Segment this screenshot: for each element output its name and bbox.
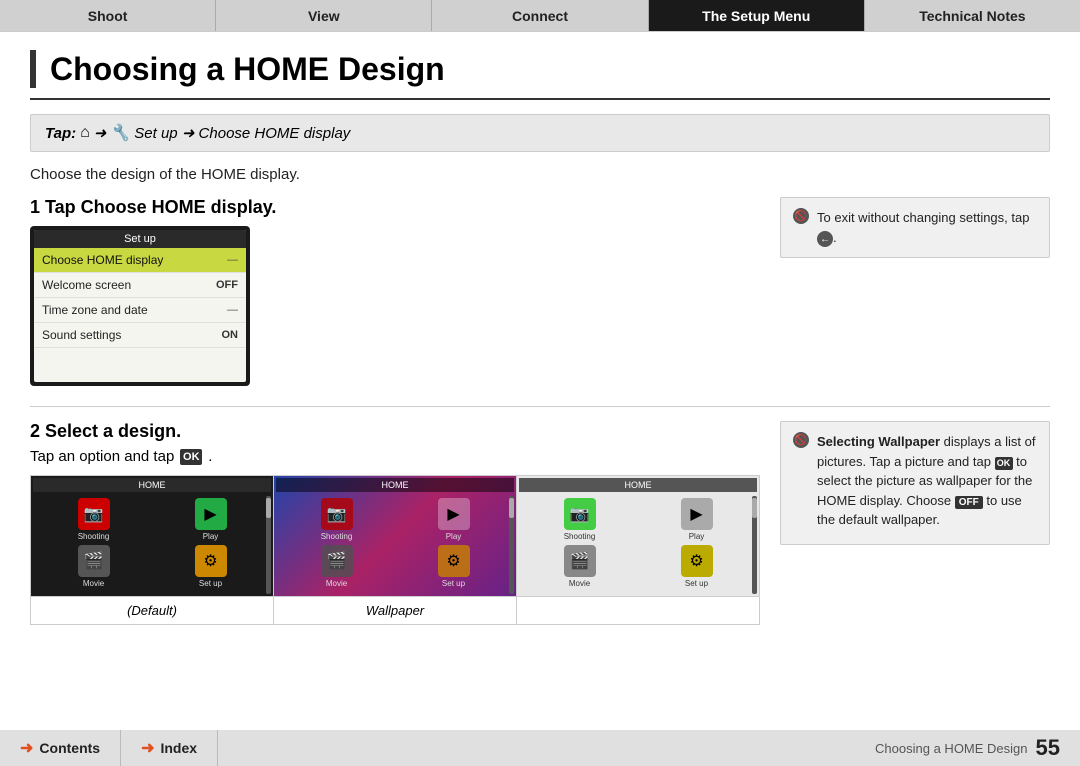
nav-connect[interactable]: Connect (432, 0, 648, 31)
scrollbar-wp (509, 496, 514, 594)
home-screens-grid: HOME 📷 Shooting ▶ Play (30, 475, 760, 625)
movie-icon-3: 🎬 (564, 545, 596, 577)
play-icon: ▶ (195, 498, 227, 530)
step1-right: 🚫 To exit without changing settings, tap… (780, 197, 1050, 258)
setup-icon-home: ⚙ (195, 545, 227, 577)
step1-note-box: 🚫 To exit without changing settings, tap… (780, 197, 1050, 258)
section-divider (30, 406, 1050, 407)
index-button[interactable]: ➜ Index (121, 730, 218, 766)
nav-view[interactable]: View (216, 0, 432, 31)
movie-icon-wp: 🎬 (321, 545, 353, 577)
step1-left: 1 Tap Choose HOME display. Set up Choose… (30, 197, 760, 386)
step2-sub: Tap an option and tap OK . (30, 448, 760, 465)
shooting-icon: 📷 (78, 498, 110, 530)
page-title: Choosing a HOME Design (30, 50, 1050, 100)
ok-badge-note: OK (995, 457, 1013, 470)
movie-icon: 🎬 (78, 545, 110, 577)
scrollbar-3 (752, 496, 757, 594)
step1-layout: 1 Tap Choose HOME display. Set up Choose… (30, 197, 1050, 386)
step2-heading: 2 Select a design. (30, 421, 760, 442)
play-icon-3: ▶ (681, 498, 713, 530)
bottom-bar: ➜ Contents ➜ Index Choosing a HOME Desig… (0, 730, 1080, 766)
bottom-nav-left: ➜ Contents ➜ Index (0, 730, 218, 766)
tap-instruction-box: Tap: ⌂ ➜ 🔧 Set up ➜ Choose HOME display (30, 114, 1050, 152)
shooting-icon-3: 📷 (564, 498, 596, 530)
page-footer-right: Choosing a HOME Design 55 (875, 735, 1080, 761)
home-screen-third-img: HOME 📷 Shooting ▶ Play (517, 476, 759, 596)
home-wallpaper-label: Wallpaper (274, 596, 516, 625)
home-screen-wallpaper-img: HOME 📷 Shooting ▶ Play (274, 476, 516, 596)
setup-menu-screen-inner: Set up Choose HOME display — Welcome scr… (34, 230, 246, 382)
ok-badge: OK (180, 449, 202, 465)
back-button-icon: ← (817, 231, 833, 247)
menu-item-timezone: Time zone and date — (34, 298, 246, 323)
note-icon-2: 🚫 (793, 432, 809, 448)
home-third-label (517, 596, 759, 625)
index-arrow: ➜ (141, 738, 154, 758)
step2-row: 2 Select a design. Tap an option and tap… (30, 421, 1050, 625)
setup-menu-screenshot: Set up Choose HOME display — Welcome scr… (30, 226, 250, 386)
setup-icon: 🔧 (110, 123, 130, 143)
setup-icon-3: ⚙ (681, 545, 713, 577)
step2-note-box: 🚫 Selecting Wallpaper displays a list of… (780, 421, 1050, 545)
step2-left: 2 Select a design. Tap an option and tap… (30, 421, 760, 625)
home-default-label: (Default) (31, 596, 273, 625)
page-number: 55 (1036, 735, 1060, 761)
shooting-icon-wp: 📷 (321, 498, 353, 530)
home-screen-third: HOME 📷 Shooting ▶ Play (517, 476, 759, 625)
menu-item-choose-home: Choose HOME display — (34, 248, 246, 273)
setup-menu-title: Set up (34, 230, 246, 248)
home-icon: ⌂ (80, 124, 90, 142)
step2-right: 🚫 Selecting Wallpaper displays a list of… (780, 421, 1050, 625)
setup-icon-wp: ⚙ (438, 545, 470, 577)
nav-shoot[interactable]: Shoot (0, 0, 216, 31)
top-navigation: Shoot View Connect The Setup Menu Techni… (0, 0, 1080, 32)
nav-setup-menu[interactable]: The Setup Menu (649, 0, 865, 31)
note-icon: 🚫 (793, 208, 809, 224)
step1-heading: 1 Tap Choose HOME display. (30, 197, 760, 218)
contents-arrow: ➜ (20, 738, 33, 758)
scrollbar (266, 496, 271, 594)
title-bar-decoration (30, 50, 36, 88)
home-screen-wallpaper: HOME 📷 Shooting ▶ Play (274, 476, 517, 625)
off-badge-note: OFF (955, 496, 983, 509)
home-screen-default-img: HOME 📷 Shooting ▶ Play (31, 476, 273, 596)
play-icon-wp: ▶ (438, 498, 470, 530)
main-content: Choosing a HOME Design Tap: ⌂ ➜ 🔧 Set up… (0, 32, 1080, 730)
contents-button[interactable]: ➜ Contents (0, 730, 121, 766)
home-screen-default: HOME 📷 Shooting ▶ Play (31, 476, 274, 625)
menu-item-welcome-screen: Welcome screen OFF (34, 273, 246, 298)
menu-item-sound: Sound settings ON (34, 323, 246, 348)
nav-technical-notes[interactable]: Technical Notes (865, 0, 1080, 31)
page-description: Choose the design of the HOME display. (30, 166, 1050, 183)
